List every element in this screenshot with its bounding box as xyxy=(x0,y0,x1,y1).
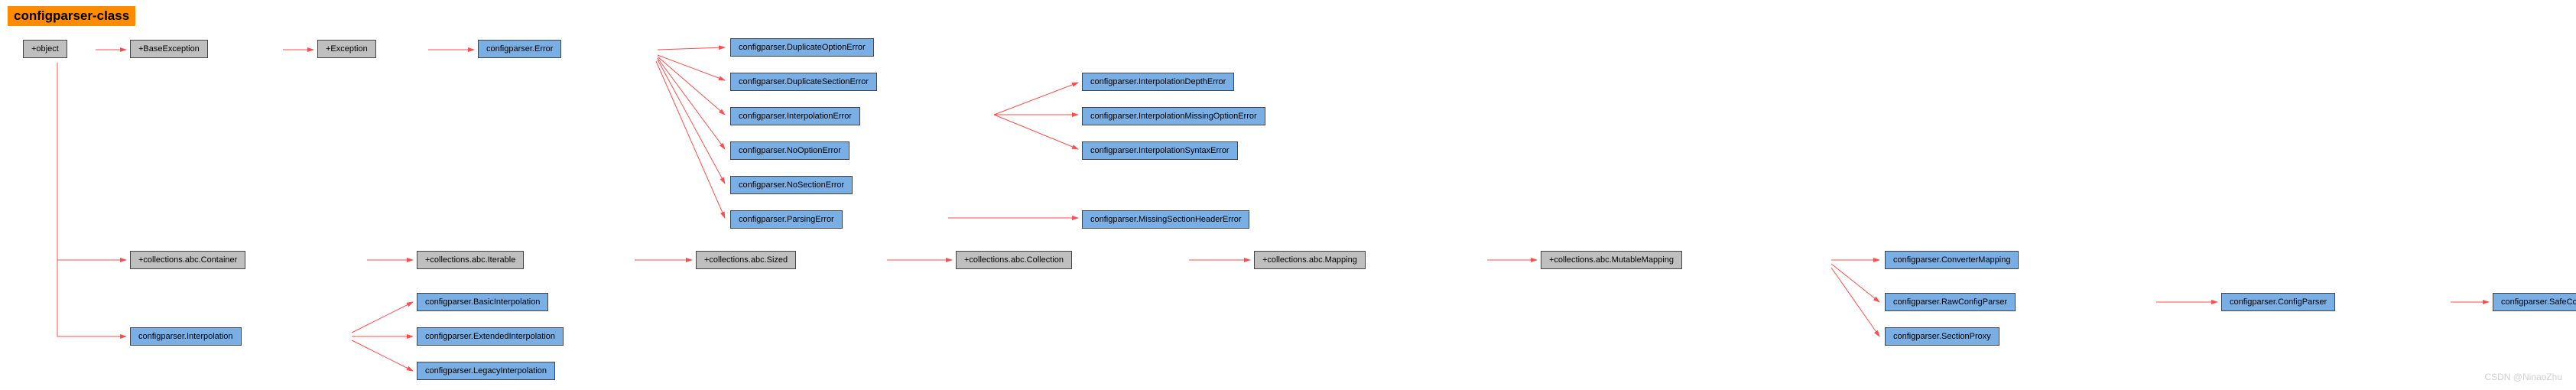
node-legacyinterpolation[interactable]: configparser.LegacyInterpolation xyxy=(417,362,555,380)
edge-layer xyxy=(0,0,2576,390)
node-abc-container[interactable]: +collections.abc.Container xyxy=(130,251,245,269)
node-interpolationsyntaxerror[interactable]: configparser.InterpolationSyntaxError xyxy=(1082,141,1238,160)
node-nooptionerror[interactable]: configparser.NoOptionError xyxy=(730,141,849,160)
node-safeconfigparser[interactable]: configparser.SafeConfigParser xyxy=(2493,293,2576,311)
node-extendedinterpolation[interactable]: configparser.ExtendedInterpolation xyxy=(417,327,564,346)
node-duplicatesectionerror[interactable]: configparser.DuplicateSectionError xyxy=(730,73,877,91)
node-sectionproxy[interactable]: configparser.SectionProxy xyxy=(1885,327,1999,346)
diagram-title: configparser-class xyxy=(8,6,135,26)
node-nosectionerror[interactable]: configparser.NoSectionError xyxy=(730,176,853,194)
node-parsingerror[interactable]: configparser.ParsingError xyxy=(730,210,843,229)
node-interpolationmissingoptionerror[interactable]: configparser.InterpolationMissingOptionE… xyxy=(1082,107,1265,125)
node-interpolationerror[interactable]: configparser.InterpolationError xyxy=(730,107,860,125)
node-basicinterpolation[interactable]: configparser.BasicInterpolation xyxy=(417,293,548,311)
node-interpolationdeptherror[interactable]: configparser.InterpolationDepthError xyxy=(1082,73,1234,91)
node-rawconfigparser[interactable]: configparser.RawConfigParser xyxy=(1885,293,2016,311)
node-exception[interactable]: +Exception xyxy=(317,40,376,58)
node-interpolation[interactable]: configparser.Interpolation xyxy=(130,327,242,346)
node-abc-mapping[interactable]: +collections.abc.Mapping xyxy=(1254,251,1366,269)
node-abc-collection[interactable]: +collections.abc.Collection xyxy=(956,251,1072,269)
node-baseexception[interactable]: +BaseException xyxy=(130,40,208,58)
node-object[interactable]: +object xyxy=(23,40,67,58)
node-duplicateoptionerror[interactable]: configparser.DuplicateOptionError xyxy=(730,38,874,57)
node-convertermapping[interactable]: configparser.ConverterMapping xyxy=(1885,251,2019,269)
node-abc-iterable[interactable]: +collections.abc.Iterable xyxy=(417,251,524,269)
node-abc-mutablemapping[interactable]: +collections.abc.MutableMapping xyxy=(1541,251,1682,269)
node-configparser-error[interactable]: configparser.Error xyxy=(478,40,561,58)
node-abc-sized[interactable]: +collections.abc.Sized xyxy=(696,251,796,269)
watermark: CSDN @NinaoZhu xyxy=(2484,372,2562,382)
node-configparser[interactable]: configparser.ConfigParser xyxy=(2221,293,2335,311)
node-missingsectionheadererror[interactable]: configparser.MissingSectionHeaderError xyxy=(1082,210,1249,229)
diagram-canvas: configparser-class xyxy=(0,0,2576,390)
